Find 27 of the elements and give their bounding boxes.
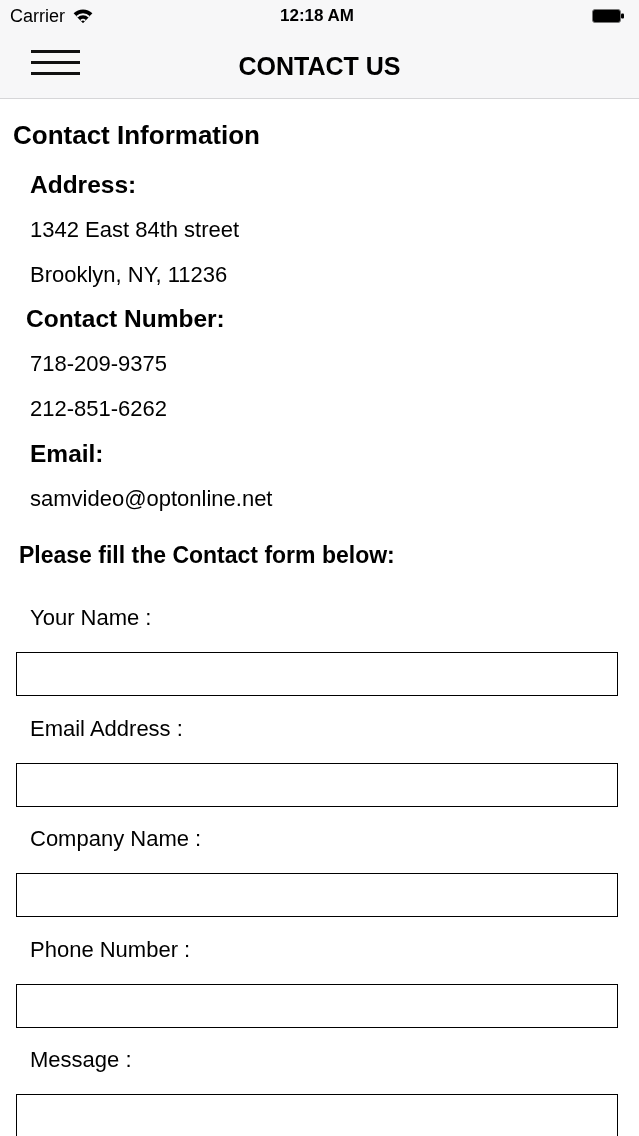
field-label: Message : bbox=[30, 1048, 132, 1073]
section-heading: Email: bbox=[30, 438, 104, 469]
status-time: 12:18 AM bbox=[280, 5, 354, 27]
contact-detail: 718-209-9375 bbox=[30, 350, 167, 379]
wifi-icon bbox=[73, 8, 93, 23]
contact-detail: 1342 East 84th street bbox=[30, 215, 240, 244]
battery-icon bbox=[592, 9, 624, 23]
input-field[interactable] bbox=[16, 983, 618, 1028]
contact-detail: 212-851-6262 bbox=[30, 395, 167, 423]
section-heading: Address: bbox=[30, 170, 137, 200]
field-label: Phone Number : bbox=[30, 937, 191, 962]
input-field[interactable] bbox=[16, 1094, 618, 1136]
field-label: Company Name : bbox=[30, 827, 202, 852]
input-field[interactable] bbox=[16, 652, 618, 697]
field-label: Your Name : bbox=[30, 606, 152, 631]
form-intro: Please fill the Contact form below: bbox=[19, 541, 395, 571]
page-title: CONTACT US bbox=[238, 51, 401, 82]
field-label: Email Address : bbox=[30, 716, 183, 741]
section-title: Contact Information bbox=[12, 119, 260, 152]
section-heading: Contact Number: bbox=[26, 304, 225, 335]
contact-detail: Brooklyn, NY, 11236 bbox=[30, 260, 228, 289]
menu-icon bbox=[31, 49, 80, 75]
input-field[interactable] bbox=[16, 873, 618, 918]
contact-detail: samvideo@optonline.net bbox=[30, 484, 273, 513]
menu-button[interactable] bbox=[31, 49, 80, 75]
input-field[interactable] bbox=[16, 762, 618, 807]
carrier-label: Carrier bbox=[10, 5, 65, 27]
